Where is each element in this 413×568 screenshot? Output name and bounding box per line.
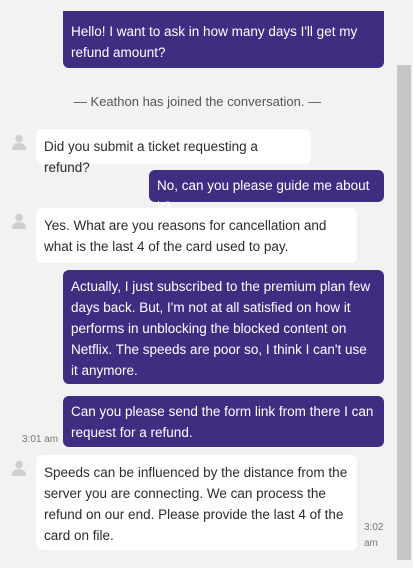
incoming-message: Did you submit a ticket requesting a ref… — [36, 129, 311, 175]
incoming-message: Speeds can be influenced by the distance… — [36, 455, 357, 550]
incoming-message: Yes. What are you reasons for cancellati… — [36, 208, 357, 263]
user-silhouette-icon — [12, 213, 26, 229]
message-timestamp: 3:01 am — [22, 434, 59, 445]
system-message: — Keathon has joined the conversation. — — [73, 94, 322, 109]
chat-transcript: Hello! I want to ask in how many days I'… — [0, 0, 395, 568]
scrollbar[interactable] — [395, 0, 413, 568]
user-silhouette-icon — [12, 460, 26, 476]
user-silhouette-icon — [12, 134, 26, 150]
message-timestamp: am — [364, 538, 378, 549]
outgoing-message: Hello! I want to ask in how many days I'… — [63, 11, 384, 68]
outgoing-message: No, can you please guide me about it? — [149, 170, 384, 214]
outgoing-message: Actually, I just subscribed to the premi… — [63, 270, 384, 384]
message-timestamp: 3:02 — [364, 522, 384, 533]
scrollbar-thumb[interactable] — [397, 65, 411, 560]
outgoing-message: Can you please send the form link from t… — [63, 396, 384, 447]
